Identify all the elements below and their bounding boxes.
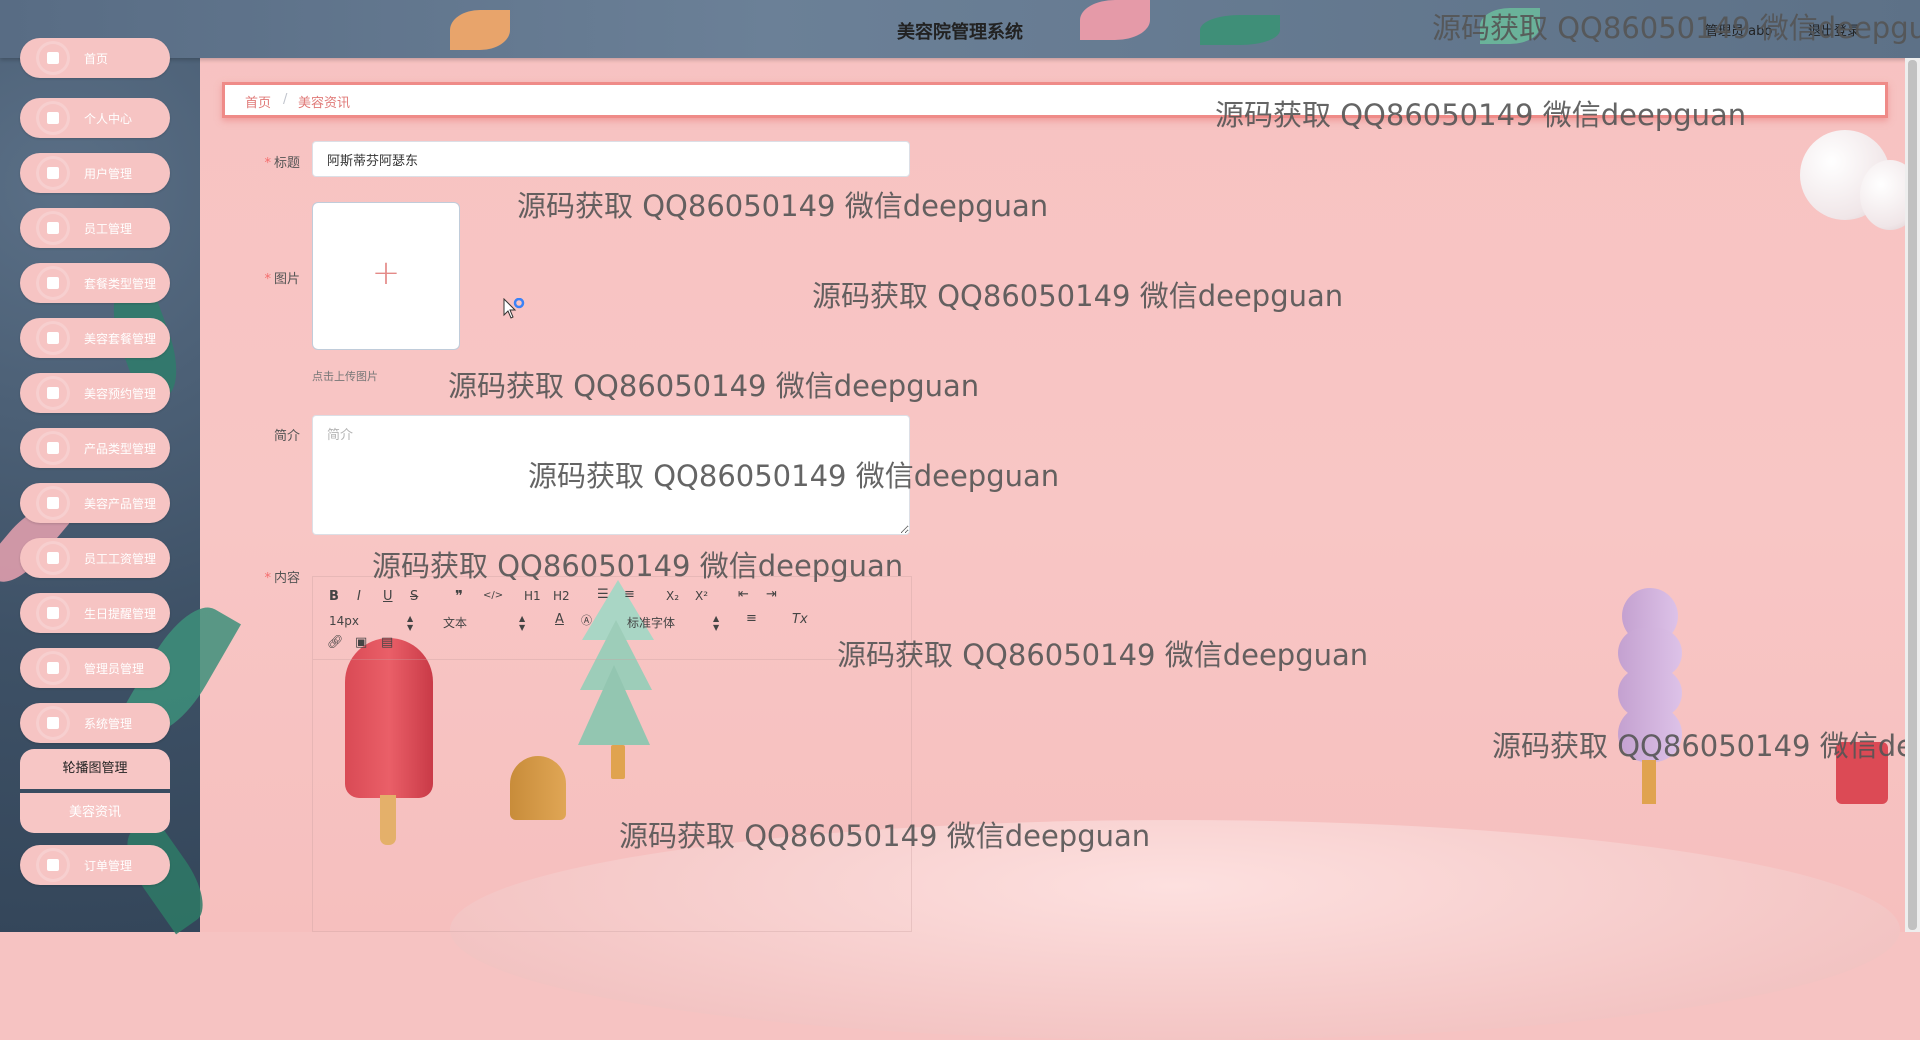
submenu-item-beauty-news[interactable]: 美容资讯 (20, 793, 170, 833)
scrollbar-thumb[interactable] (1908, 60, 1917, 930)
image-label: * 图片 (264, 272, 300, 287)
sidebar-item-birthdays[interactable]: 生日提醒管理 (20, 593, 170, 633)
align-icon[interactable]: ≡ (746, 611, 757, 626)
sidebar-item-home[interactable]: 首页 (20, 38, 170, 78)
underline-button[interactable]: U (383, 589, 393, 604)
paragraph-select[interactable]: 文本 ▲ ▼ (443, 614, 525, 632)
sidebar-item-label: 美容预约管理 (84, 387, 157, 401)
sidebar-item-products[interactable]: 美容产品管理 (20, 483, 170, 523)
grid-icon (39, 489, 67, 517)
ordered-list-icon[interactable]: ☰ (597, 587, 609, 602)
editor-toolbar: B I U S ❞ </> H1 H2 ☰ ≡ X₂ X² ⇤ ⇥ 14px ▲ ▼… (313, 587, 913, 660)
sidebar-item-salaries[interactable]: 员工工资管理 (20, 538, 170, 578)
sidebar-item-label: 订单管理 (84, 859, 133, 873)
sidebar-item-label: 管理员管理 (84, 662, 145, 676)
user-icon (39, 104, 67, 132)
watermark: 源码获取 QQ86050149 微信deepguan (837, 638, 1369, 672)
superscript-button[interactable]: X² (695, 589, 708, 603)
italic-button[interactable]: I (357, 589, 361, 604)
menu-icon (39, 159, 67, 187)
grid-icon (39, 434, 67, 462)
sidebar-item-label: 套餐类型管理 (84, 277, 157, 291)
toy-stick (1642, 760, 1656, 804)
home-icon (39, 44, 67, 72)
mouse-cursor-icon (503, 298, 525, 319)
image-upload-button[interactable]: + (312, 202, 460, 350)
sidebar-item-label: 员工管理 (84, 222, 133, 236)
sidebar-item-label: 首页 (84, 52, 109, 66)
code-block-button[interactable]: </> (483, 590, 503, 601)
sidebar-item-appointments[interactable]: 美容预约管理 (20, 373, 170, 413)
sidebar-item-label: 个人中心 (84, 112, 133, 126)
clipboard-icon (39, 654, 67, 682)
strike-button[interactable]: S (410, 589, 418, 604)
grid-icon (39, 709, 67, 737)
upload-tip: 点击上传图片 (312, 370, 378, 383)
sidebar-item-admins[interactable]: 管理员管理 (20, 648, 170, 688)
title-input[interactable] (312, 141, 910, 177)
title-label: * 标题 (264, 156, 300, 171)
sidebar-item-staff[interactable]: 员工管理 (20, 208, 170, 248)
image-icon[interactable]: ▣ (355, 635, 367, 650)
sidebar-item-beauty-packages[interactable]: 美容套餐管理 (20, 318, 170, 358)
grid-icon (39, 324, 67, 352)
link-icon[interactable]: 🔗︎ (327, 635, 344, 650)
header2-button[interactable]: H2 (553, 589, 570, 603)
blockquote-button[interactable]: ❞ (455, 587, 463, 605)
header1-button[interactable]: H1 (524, 589, 541, 603)
watermark: 源码获取 QQ86050149 微信deepguan (1432, 11, 1920, 45)
watermark: 源码获取 QQ86050149 微信deepguan (372, 549, 904, 583)
clear-format-button[interactable]: Tx (792, 612, 808, 627)
page-scrollbar[interactable] (1905, 58, 1920, 932)
watermark: 源码获取 QQ86050149 微信deepguan (448, 369, 980, 403)
sidebar-item-label: 系统管理 (84, 717, 133, 731)
sidebar-item-label: 生日提醒管理 (84, 607, 157, 621)
font-size-select[interactable]: 14px ▲ ▼ (329, 614, 413, 632)
breadcrumb-separator: / (283, 92, 288, 107)
sidebar-item-profile[interactable]: 个人中心 (20, 98, 170, 138)
sidebar: 首页 个人中心 用户管理 员工管理 套餐类型管理 美容套餐管理 美容预约管理 产… (0, 38, 200, 932)
watermark: 源码获取 QQ86050149 微信deepguan (812, 279, 1344, 313)
sidebar-item-orders[interactable]: 订单管理 (20, 845, 170, 885)
staff-icon (39, 214, 67, 242)
font-color-button[interactable]: A (555, 612, 564, 627)
grid-icon (39, 851, 67, 879)
submenu-item-carousel[interactable]: 轮播图管理 (20, 749, 170, 789)
outdent-icon[interactable]: ⇤ (738, 587, 749, 602)
intro-label: 简介 (273, 429, 300, 444)
background-color-icon[interactable]: Ⓐ (581, 612, 592, 628)
watermark: 源码获取 QQ86050149 微信deepguan (1215, 98, 1747, 132)
sidebar-item-label: 美容产品管理 (84, 497, 157, 511)
sidebar-item-label: 员工工资管理 (84, 552, 157, 566)
calendar-icon (39, 599, 67, 627)
watermark: 源码获取 QQ86050149 微信deepguan (1492, 729, 1920, 763)
breadcrumb-home[interactable]: 首页 (245, 92, 271, 111)
sidebar-item-package-types[interactable]: 套餐类型管理 (20, 263, 170, 303)
sidebar-item-system[interactable]: 系统管理 (20, 703, 170, 743)
sidebar-item-label: 用户管理 (84, 167, 133, 181)
watermark: 源码获取 QQ86050149 微信deepguan (517, 189, 1049, 223)
watermark: 源码获取 QQ86050149 微信deepguan (528, 459, 1060, 493)
monitor-icon (39, 269, 67, 297)
content-label: * 内容 (264, 571, 300, 586)
video-icon[interactable]: ▤ (381, 635, 393, 650)
rich-text-editor: B I U S ❞ </> H1 H2 ☰ ≡ X₂ X² ⇤ ⇥ 14px ▲ ▼… (312, 576, 913, 932)
indent-icon[interactable]: ⇥ (766, 587, 777, 602)
breadcrumb-current: 美容资讯 (298, 96, 351, 111)
sidebar-item-product-types[interactable]: 产品类型管理 (20, 428, 170, 468)
grid-icon (39, 544, 67, 572)
sidebar-item-users[interactable]: 用户管理 (20, 153, 170, 193)
sidebar-item-label: 产品类型管理 (84, 442, 157, 456)
sidebar-item-label: 美容套餐管理 (84, 332, 157, 346)
font-family-select[interactable]: 标准字体 ▲ ▼ (627, 614, 719, 632)
bold-button[interactable]: B (329, 589, 339, 604)
chat-icon (39, 379, 67, 407)
plus-icon: + (371, 253, 401, 293)
watermark: 源码获取 QQ86050149 微信deepguan (619, 819, 1151, 853)
subscript-button[interactable]: X₂ (666, 589, 679, 603)
bullet-list-icon[interactable]: ≡ (624, 587, 635, 602)
